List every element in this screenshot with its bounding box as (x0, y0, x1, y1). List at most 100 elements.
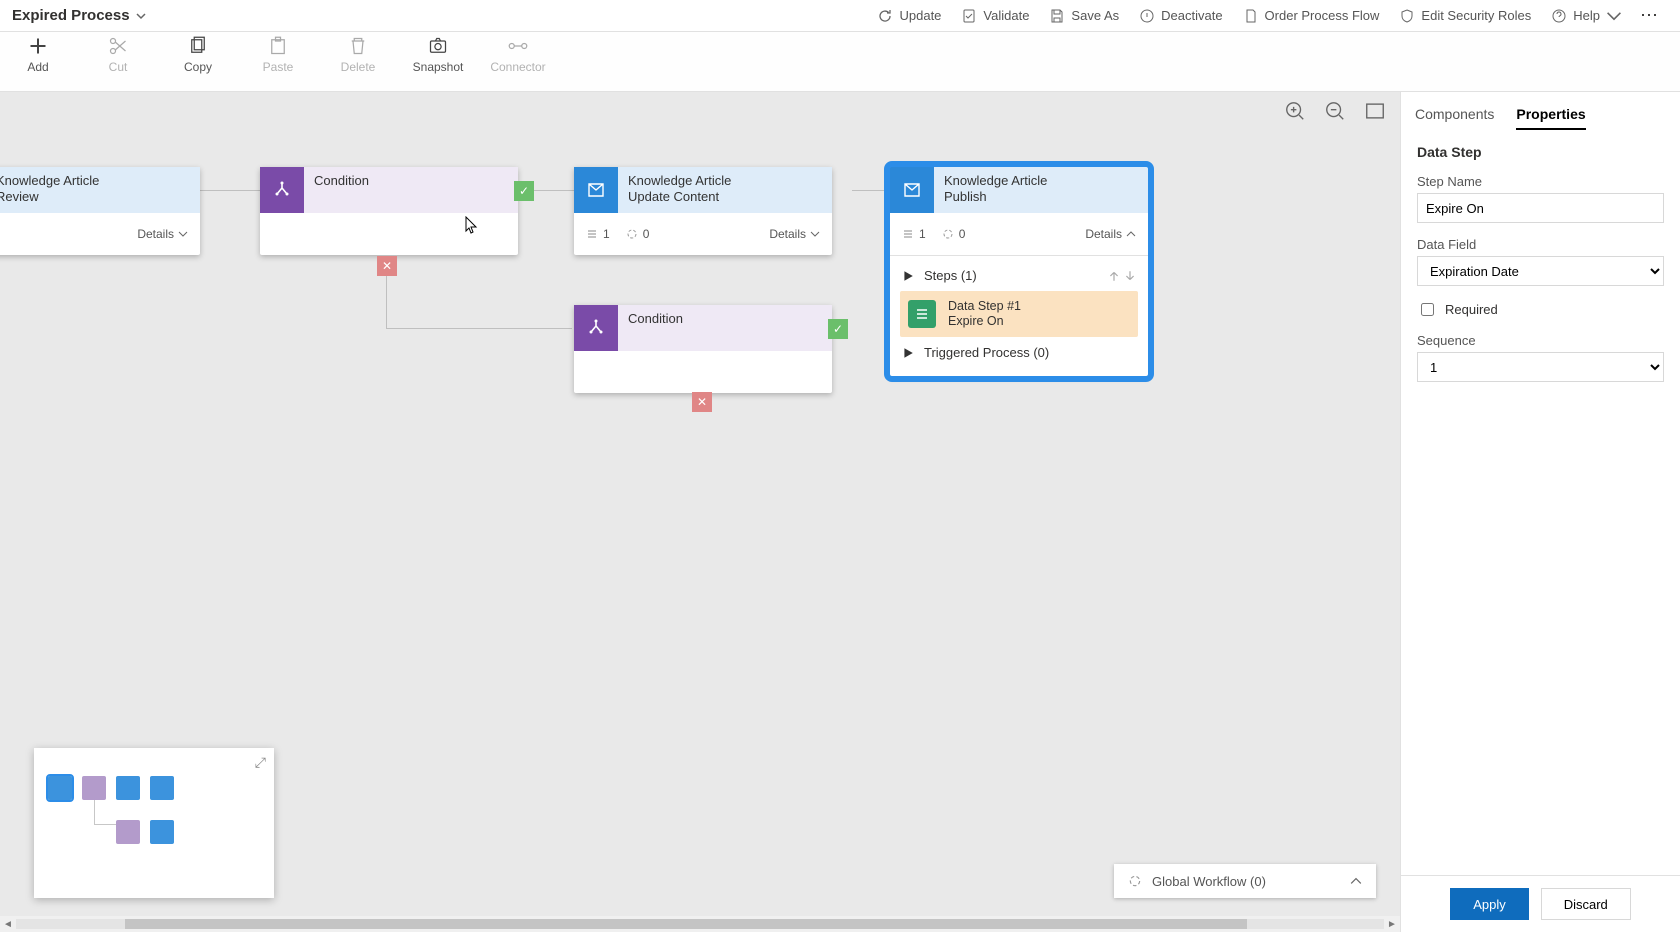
required-checkbox[interactable] (1421, 303, 1434, 316)
steps-section[interactable]: Steps (1) (900, 262, 1138, 289)
cmd-label: Save As (1071, 8, 1119, 23)
stage-icon (902, 180, 922, 200)
zoom-in-icon (1284, 100, 1306, 122)
steps-count: 1 (902, 227, 926, 241)
cmd-label: Update (899, 8, 941, 23)
minimap-node[interactable] (116, 776, 140, 800)
save-as-button[interactable]: Save As (1039, 4, 1129, 28)
tab-components[interactable]: Components (1415, 100, 1494, 130)
chevron-down-icon (178, 229, 188, 239)
camera-icon (428, 36, 448, 56)
minimap-node[interactable] (116, 820, 140, 844)
minimap-expand-button[interactable]: ⤢ (255, 754, 266, 771)
update-button[interactable]: Update (867, 4, 951, 28)
stage-title-line2: Update Content (628, 189, 719, 204)
condition-1[interactable]: Condition (260, 167, 518, 255)
connector-button[interactable]: Connector (492, 36, 544, 74)
apply-button[interactable]: Apply (1450, 888, 1529, 920)
details-toggle[interactable]: Details (1085, 227, 1136, 241)
discard-button[interactable]: Discard (1541, 888, 1631, 920)
scissors-icon (108, 36, 128, 56)
stage-icon (586, 180, 606, 200)
scroll-right-button[interactable]: ► (1384, 919, 1400, 930)
cut-button[interactable]: Cut (92, 36, 144, 74)
section-label: Steps (1) (924, 268, 977, 283)
deactivate-button[interactable]: Deactivate (1129, 4, 1232, 28)
help-button[interactable]: Help (1541, 4, 1632, 28)
connector-line (200, 190, 260, 191)
count-text: 1 (603, 227, 610, 241)
arrow-down-icon (1124, 270, 1136, 282)
zoom-out-button[interactable] (1324, 100, 1346, 122)
plus-icon (28, 36, 48, 56)
scroll-left-button[interactable]: ◄ (0, 919, 16, 930)
chevron-down-icon (136, 11, 146, 21)
process-title[interactable]: Expired Process (12, 7, 146, 24)
rbtn-label: Add (27, 60, 48, 74)
snapshot-button[interactable]: Snapshot (412, 36, 464, 74)
stage-update-content[interactable]: Knowledge Article Update Content 1 0 (574, 167, 832, 255)
sequence-select[interactable]: 1 (1417, 352, 1664, 382)
triggered-process-section[interactable]: Triggered Process (0) (900, 339, 1138, 366)
cmd-label: Edit Security Roles (1421, 8, 1531, 23)
data-step-row[interactable]: Data Step #1 Expire On (900, 291, 1138, 337)
minimap-node[interactable] (48, 776, 72, 800)
minimap-node[interactable] (150, 820, 174, 844)
delete-button[interactable]: Delete (332, 36, 384, 74)
fit-to-screen-button[interactable] (1364, 100, 1386, 122)
horizontal-scrollbar[interactable]: ◄ ► (0, 916, 1400, 932)
shield-icon (1399, 8, 1415, 24)
condition-2-yes-port[interactable]: ✓ (828, 319, 848, 339)
copy-button[interactable]: Copy (172, 36, 224, 74)
details-toggle[interactable]: Details (769, 227, 820, 241)
triangle-right-icon (902, 347, 914, 359)
field-required[interactable]: Required (1417, 300, 1664, 319)
data-field-select[interactable]: Expiration Date (1417, 256, 1664, 286)
condition-2-no-port[interactable]: ✕ (692, 392, 712, 412)
edit-security-roles-button[interactable]: Edit Security Roles (1389, 4, 1541, 28)
condition-title: Condition (618, 305, 832, 351)
refresh-icon (877, 8, 893, 24)
paste-button[interactable]: Paste (252, 36, 304, 74)
global-workflow-bar[interactable]: Global Workflow (0) (1114, 864, 1376, 898)
process-count: 0 (942, 227, 966, 241)
order-process-flow-button[interactable]: Order Process Flow (1233, 4, 1390, 28)
condition-1-yes-port[interactable]: ✓ (514, 181, 534, 201)
field-label: Step Name (1417, 174, 1664, 189)
minimap[interactable]: ⤢ (34, 748, 274, 898)
stage-title: Knowledge Article Review (0, 167, 200, 213)
reorder-controls[interactable] (1108, 270, 1136, 282)
add-button[interactable]: Add (12, 36, 64, 74)
minimap-node[interactable] (150, 776, 174, 800)
stage-title-line2: Publish (944, 189, 987, 204)
zoom-in-button[interactable] (1284, 100, 1306, 122)
field-data-field: Data Field Expiration Date (1417, 237, 1664, 286)
stage-review[interactable]: Knowledge Article Review 0 Details (0, 167, 200, 255)
paste-icon (268, 36, 288, 56)
process-count: 0 (626, 227, 650, 241)
count-text: 0 (959, 227, 966, 241)
stage-expanded-area: Steps (1) Data Step #1 Expire On (890, 255, 1148, 376)
canvas[interactable]: Knowledge Article Review 0 Details (0, 92, 1400, 916)
title-text: Condition (314, 173, 369, 188)
panel-footer: Apply Discard (1401, 875, 1680, 932)
more-commands-button[interactable]: ⋯ (1632, 5, 1668, 26)
scroll-thumb[interactable] (125, 919, 1247, 929)
details-toggle[interactable]: Details (137, 227, 188, 241)
rbtn-label: Snapshot (413, 60, 464, 74)
minimap-node[interactable] (82, 776, 106, 800)
stage-publish[interactable]: Knowledge Article Publish 1 0 D (890, 167, 1148, 376)
panel-heading: Data Step (1417, 144, 1664, 160)
condition-1-no-port[interactable]: ✕ (377, 256, 397, 276)
validate-button[interactable]: Validate (951, 4, 1039, 28)
panel-tabs: Components Properties (1401, 92, 1680, 130)
step-name-input[interactable] (1417, 193, 1664, 223)
canvas-wrap: Knowledge Article Review 0 Details (0, 92, 1400, 932)
condition-2[interactable]: Condition (574, 305, 832, 393)
step-field: Expire On (948, 314, 1021, 329)
tab-properties[interactable]: Properties (1516, 100, 1585, 130)
clipboard-check-icon (961, 8, 977, 24)
stage-title: Knowledge Article Update Content (618, 167, 832, 213)
scroll-track[interactable] (16, 919, 1384, 929)
chevron-down-icon (810, 229, 820, 239)
